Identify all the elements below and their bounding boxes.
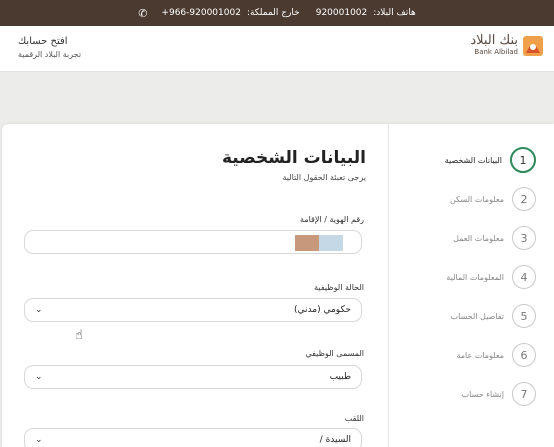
id-redaction-block [319,235,343,251]
open-account-title: افتح حسابك [18,36,68,47]
step-residence-info[interactable]: 2 معلومات السكن [450,186,536,212]
step-work-info[interactable]: 3 معلومات العمل [453,225,536,251]
step-label: معلومات السكن [449,194,504,204]
form-subtitle: يرجى تعبئة الحقول التالية [282,173,366,182]
form-title: البيانات الشخصية [221,148,366,168]
title-select[interactable]: السيدة / ⌄ [24,428,362,447]
step-number: 7 [512,382,536,406]
title-label: اللقب [344,414,364,423]
step-number: 2 [512,187,536,211]
hand-cursor-icon: ☝ [75,328,83,343]
brand-name-ar: بنك البلاد [470,33,518,48]
employment-status-value: حكومي (مدني) [294,305,351,315]
step-financial-info[interactable]: 4 المعلومات المالية [446,264,536,290]
step-personal-info[interactable]: 1 البيانات الشخصية [445,147,536,173]
id-number-input[interactable] [24,230,362,254]
step-label: إنشاء حساب [461,389,504,399]
id-number-label: رقم الهوية / الإقامة [300,215,364,224]
abroad-phone[interactable]: +966-920001002 [161,8,241,18]
title-value: السيدة / [319,435,351,445]
brand-name-en: Bank Albilad [474,48,518,56]
chevron-down-icon: ⌄ [35,305,43,315]
open-account-heading: افتح حسابك تجربة البلاد الرقمية [18,36,81,59]
employment-status-select[interactable]: حكومي (مدني) ⌄ [24,298,362,322]
abroad-phone-label: خارج المملكة: [246,8,300,18]
step-label: تفاصيل الحساب [450,311,504,321]
job-title-label: المسمى الوظيفي [305,349,364,358]
step-number: 4 [512,265,536,289]
job-title-value: طبيب [329,372,351,382]
step-account-details[interactable]: 5 تفاصيل الحساب [451,303,536,329]
personal-info-form: البيانات الشخصية يرجى تعبئة الحقول التال… [22,124,366,447]
step-label: البيانات الشخصية [444,155,502,165]
step-general-info[interactable]: 6 معلومات عامة [456,342,536,368]
step-number: 5 [512,304,536,328]
step-label: معلومات عامة [456,350,504,360]
contact-bar: هاتف البلاد: 920001002 خارج المملكة: +96… [0,0,554,26]
card-divider [388,124,389,447]
step-label: معلومات العمل [453,233,504,243]
chevron-down-icon: ⌄ [35,372,43,382]
country-phone-label: هاتف البلاد: [373,8,416,18]
chevron-down-icon: ⌄ [35,435,43,445]
steps-sidebar: 1 البيانات الشخصية 2 معلومات السكن 3 معل… [390,124,554,447]
bank-logo-icon [523,35,543,56]
country-phone[interactable]: 920001002 [316,8,368,18]
bank-logo[interactable]: بنك البلاد Bank Albilad [470,34,544,57]
employment-status-label: الحالة الوظيفية [314,283,364,292]
step-number: 1 [510,147,536,173]
site-header: بنك البلاد Bank Albilad افتح حسابك تجربة… [0,26,554,72]
job-title-select[interactable]: طبيب ⌄ [24,365,362,389]
step-number: 6 [512,343,536,367]
form-card: 1 البيانات الشخصية 2 معلومات السكن 3 معل… [2,124,554,447]
step-create-account[interactable]: 7 إنشاء حساب [462,381,536,407]
phone-icon: ✆ [138,6,148,20]
id-redaction-block [295,235,319,251]
step-number: 3 [512,226,536,250]
step-label: المعلومات المالية [446,272,504,282]
digital-experience-subtitle: تجربة البلاد الرقمية [18,50,82,59]
